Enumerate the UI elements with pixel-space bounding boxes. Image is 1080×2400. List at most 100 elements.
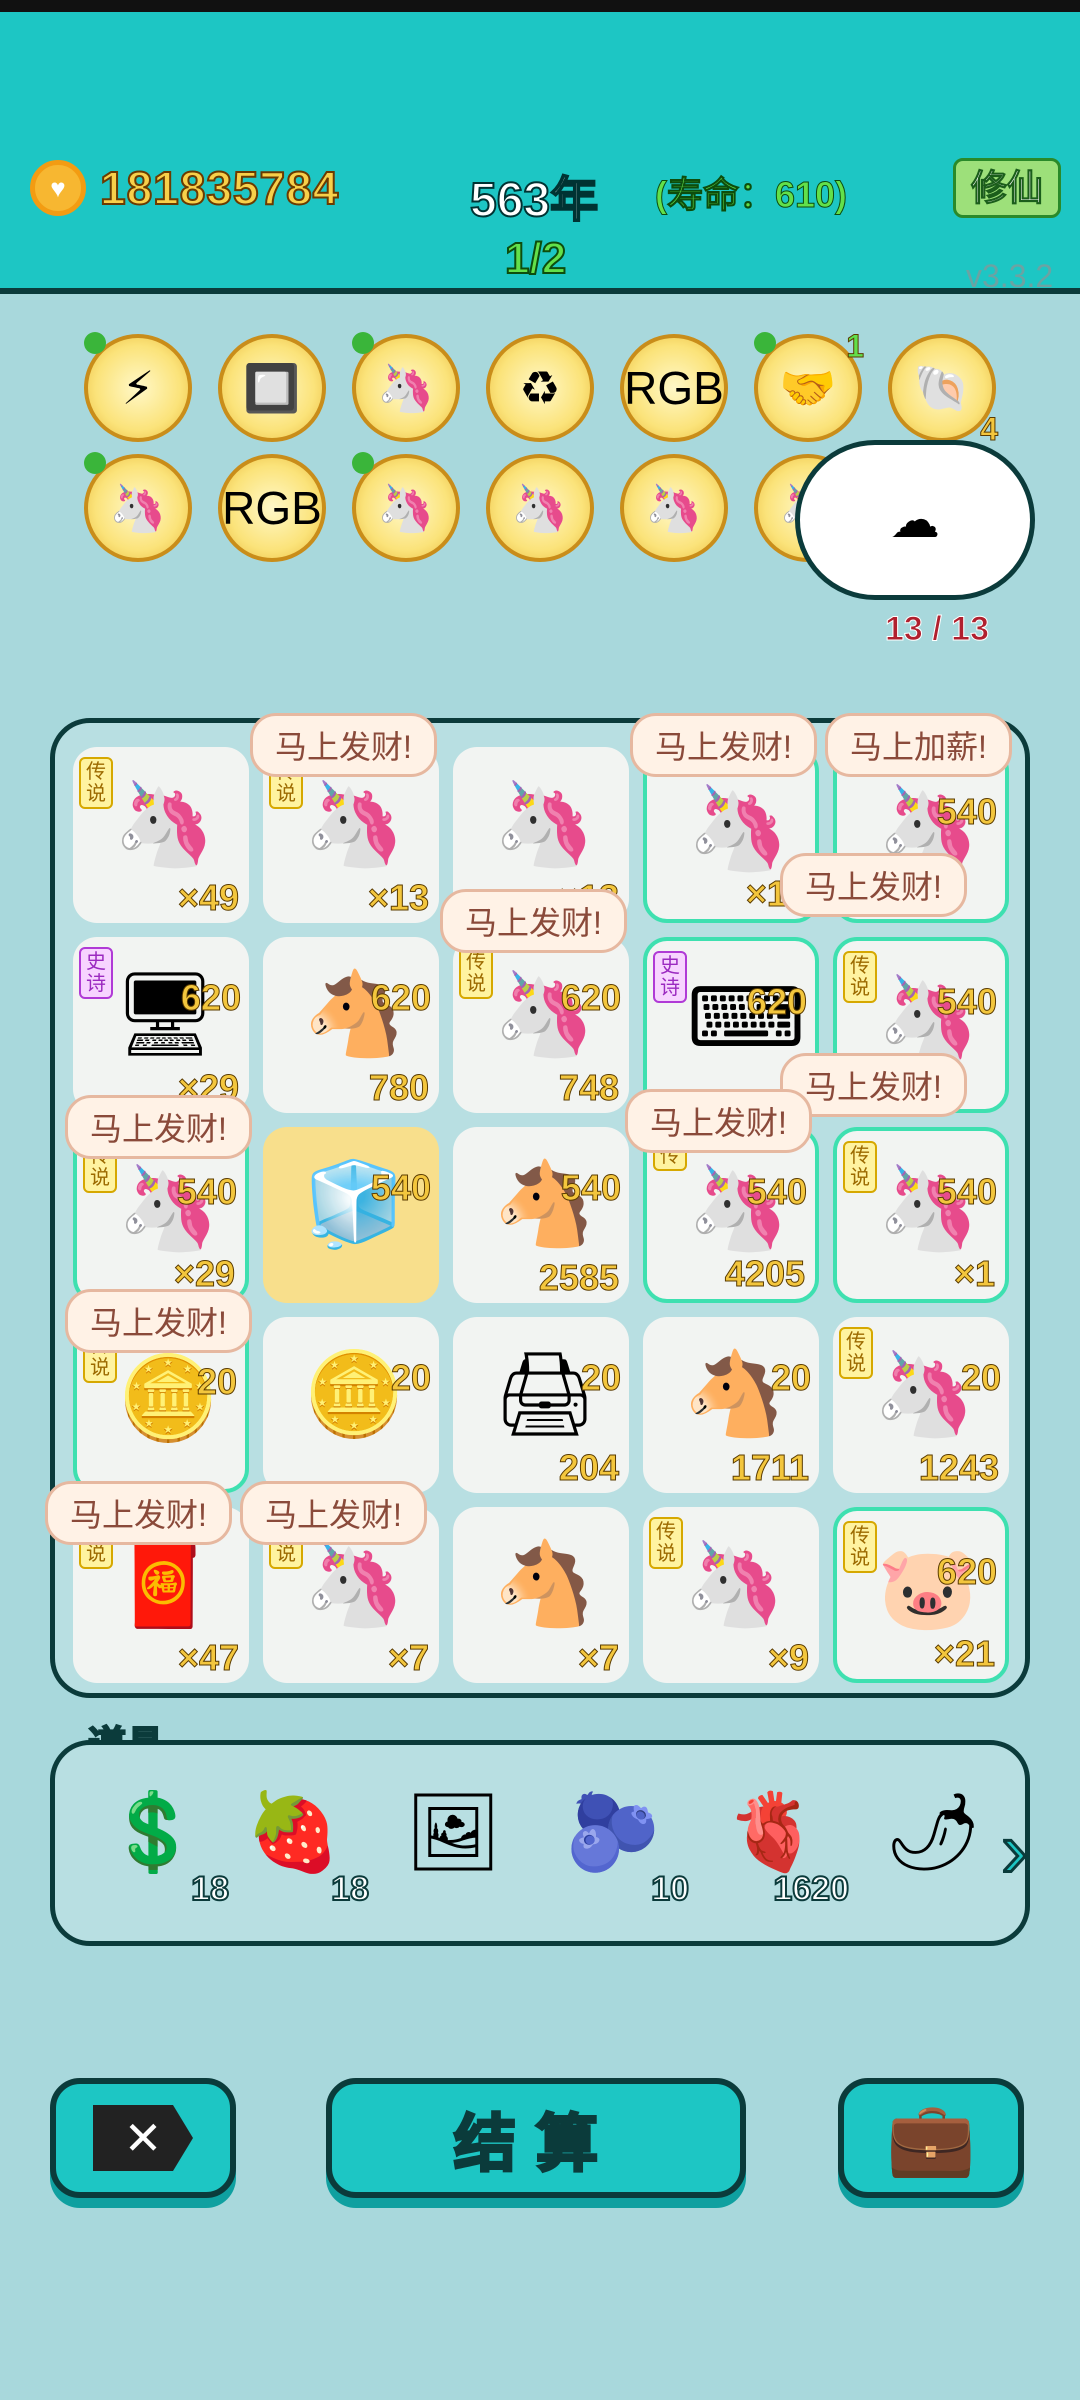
items-panel: › 💲 18 🍓 18 🖼 🫐 10 🫀 1620 🌶 — [50, 1740, 1030, 1946]
exit-button[interactable]: ✕ — [50, 2078, 236, 2198]
unicorn-relic[interactable]: 🦄 — [352, 452, 460, 562]
shell-relic-icon: 🐚 — [913, 361, 971, 414]
bonus-value: 20 — [960, 1357, 1001, 1399]
rarity-tag: 传说 — [649, 1517, 683, 1569]
xiuxian-button[interactable]: 修仙 — [953, 158, 1061, 218]
board-cell[interactable]: 🦄 传说 20 1243 — [833, 1317, 1009, 1493]
speech-bubble: 马上发财! — [440, 889, 627, 953]
board-cell[interactable]: 🧊 540 — [263, 1127, 439, 1303]
rgb-relic-icon: RGB — [624, 362, 724, 414]
rgb-relic[interactable]: RGB — [620, 334, 728, 442]
symbol-icon: 🦄 — [113, 779, 216, 870]
board-cell[interactable]: 🐴 20 1711 — [643, 1317, 819, 1493]
cpu-chip-relic-icon: 🔲 — [243, 361, 301, 414]
unicorn-relic-icon: 🦄 — [377, 481, 435, 534]
rgb-relic-icon: RGB — [222, 482, 322, 534]
cell-value: ×7 — [387, 1637, 429, 1679]
cell-value: 1243 — [918, 1447, 999, 1489]
bonus-value: 540 — [936, 1171, 997, 1213]
bonus-value: 20 — [196, 1361, 237, 1403]
cell-value: ×1 — [953, 1253, 995, 1295]
briefcase-icon: 💼 — [886, 2098, 976, 2179]
board-cell[interactable]: 🦄 传说 ×9 — [643, 1507, 819, 1683]
relic-count-badge: 4 — [980, 411, 999, 448]
symbol-icon: 🐴 — [683, 1349, 786, 1440]
bonus-value: 540 — [936, 791, 997, 833]
frame-item[interactable]: 🖼 — [403, 1783, 523, 1903]
symbol-icon: 🦄 — [303, 779, 406, 870]
speech-bubble: 马上发财! — [240, 1481, 427, 1545]
rgb-relic[interactable]: RGB — [218, 454, 326, 562]
item-count: 1620 — [772, 1869, 850, 1909]
symbol-icon: 🦄 — [687, 783, 790, 874]
pin-icon — [352, 332, 374, 354]
cell-value: 748 — [558, 1067, 619, 1109]
cell-value: 204 — [558, 1447, 619, 1489]
recycle-relic[interactable]: ♻ — [486, 334, 594, 442]
backpack-button[interactable]: 💼 — [838, 2078, 1024, 2198]
speech-bubble: 马上发财! — [65, 1289, 252, 1353]
bonus-value: 620 — [560, 977, 621, 1019]
item-count: 18 — [330, 1869, 370, 1909]
strawberry-item[interactable]: 🍓 18 — [243, 1783, 370, 1909]
handshake-relic[interactable]: 🤝 1 — [754, 328, 864, 442]
slot-board: 🦄传说×49🦄传说×13🦄×13🦄×11🦄540🖥史诗620×29🐴620780… — [45, 713, 1030, 1698]
board-cell[interactable]: 🦄 传说 ×49 — [73, 747, 249, 923]
pin-icon — [84, 332, 106, 354]
speech-bubble: 马上发财! — [780, 853, 967, 917]
unicorn-relic-icon: 🦄 — [377, 361, 435, 414]
unicorn-relic-icon: 🦄 — [645, 481, 703, 534]
board-cell[interactable]: 🐷 传说 620 ×21 — [833, 1507, 1009, 1683]
cell-value: 2585 — [538, 1257, 619, 1299]
blueberry-item[interactable]: 🫐 10 — [563, 1783, 690, 1909]
board-cell[interactable]: 🦄 传说 620 748 — [453, 937, 629, 1113]
item-count: 18 — [190, 1869, 230, 1909]
coin-amount: 181835784 — [99, 161, 340, 215]
board-cell[interactable]: 🦄 传 540 4205 — [643, 1127, 819, 1303]
unicorn-relic-icon: 🦄 — [109, 481, 167, 534]
version-label: v3.3.2 — [966, 258, 1054, 294]
unicorn-relic[interactable]: 🦄 — [620, 454, 728, 562]
next-arrow-icon[interactable]: › — [1000, 1804, 1055, 1896]
lightning-relic-icon: ⚡ — [121, 362, 155, 414]
recycle-relic-icon: ♻ — [519, 362, 561, 414]
board-cell[interactable]: 🐴 540 2585 — [453, 1127, 629, 1303]
rarity-tag: 传说 — [459, 947, 493, 999]
board-cell[interactable]: 🐴 620 780 — [263, 937, 439, 1113]
unicorn-relic[interactable]: 🦄 — [84, 452, 192, 562]
liver-item[interactable]: 🫀 1620 — [723, 1783, 850, 1909]
bonus-value: 20 — [580, 1357, 621, 1399]
close-icon: ✕ — [93, 2105, 193, 2171]
pepper-item[interactable]: 🌶 — [883, 1783, 1003, 1903]
speech-bubble: 马上发财! — [45, 1481, 232, 1545]
speech-bubble: 马上发财! — [630, 713, 817, 777]
cell-value: 1711 — [730, 1447, 809, 1489]
board-cell[interactable]: 🪙 20 — [263, 1317, 439, 1493]
rarity-tag: 传说 — [843, 951, 877, 1003]
board-cell[interactable]: 🖨 20 204 — [453, 1317, 629, 1493]
cell-value: 780 — [368, 1067, 429, 1109]
settle-button[interactable]: 结算 — [326, 2078, 746, 2198]
board-cell[interactable]: 🐴 ×7 — [453, 1507, 629, 1683]
unicorn-relic[interactable]: 🦄 — [486, 454, 594, 562]
symbol-icon: 🦄 — [683, 1539, 786, 1630]
speech-bubble: 马上发财! — [625, 1089, 812, 1153]
frame-item-icon: 🖼 — [404, 1790, 502, 1875]
shell-relic[interactable]: 🐚 4 — [888, 334, 998, 448]
cpu-chip-relic[interactable]: 🔲 — [218, 334, 326, 442]
bonus-value: 20 — [390, 1357, 431, 1399]
symbol-icon: 🦄 — [493, 779, 596, 870]
dollar-coin-item[interactable]: 💲 18 — [103, 1783, 230, 1909]
board-cell[interactable]: 🖥 史诗 620 ×29 — [73, 937, 249, 1113]
symbol-icon: 🐴 — [493, 1539, 596, 1630]
unicorn-relic[interactable]: 🦄 — [352, 332, 460, 442]
cloud-mascot-icon: ☁ — [795, 440, 1035, 600]
coin-counter: ♥ 181835784 — [30, 160, 339, 216]
rarity-tag: 史诗 — [79, 947, 113, 999]
lightning-relic[interactable]: ⚡ — [84, 332, 192, 442]
board-cell[interactable]: 🦄 传说 540 ×1 — [833, 1127, 1009, 1303]
speech-bubble: 马上发财! — [250, 713, 437, 777]
lifespan-label: (寿命：610) — [654, 174, 848, 216]
symbol-icon: 🧧 — [113, 1539, 216, 1630]
bonus-value: 540 — [936, 981, 997, 1023]
